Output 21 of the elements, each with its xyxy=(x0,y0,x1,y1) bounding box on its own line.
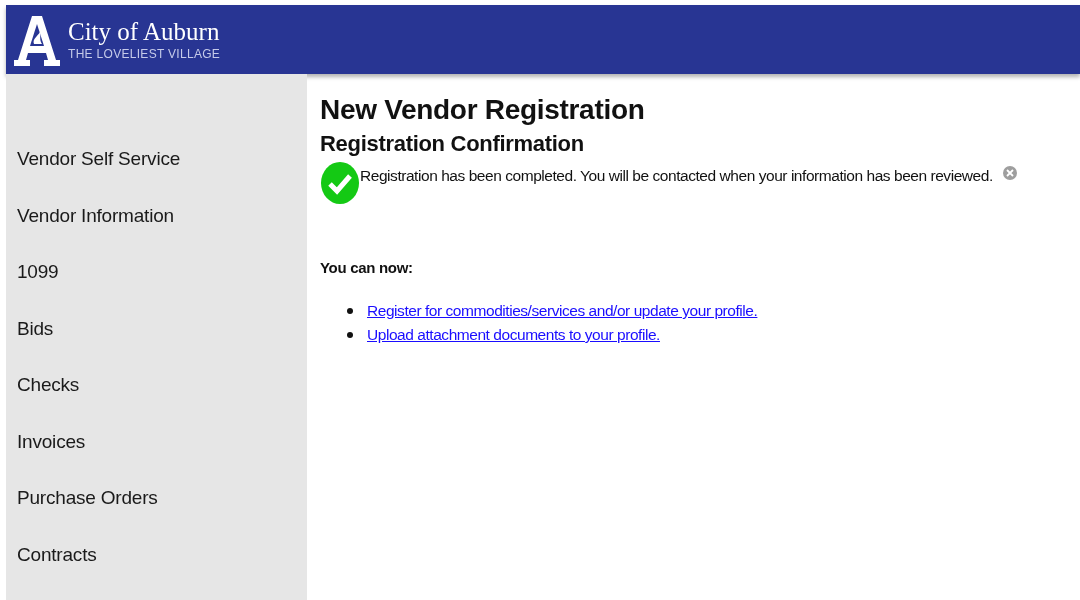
list-heading: You can now: xyxy=(320,259,413,276)
sidebar-item[interactable]: Checks xyxy=(17,374,307,431)
sidebar-item[interactable]: 1099 xyxy=(17,261,307,318)
sidebar-item[interactable]: Vendor Information xyxy=(17,204,307,261)
sidebar-item[interactable]: Bids xyxy=(17,317,307,374)
sidebar-item[interactable]: Vendor Self Service xyxy=(17,148,307,205)
page-title: New Vendor Registration xyxy=(320,94,646,126)
check-icon xyxy=(320,161,360,205)
section-title: Registration Confirmation xyxy=(320,131,585,157)
close-icon[interactable] xyxy=(1002,166,1017,180)
bullet-icon xyxy=(347,332,353,338)
confirmation-message: Registration has been completed. You will be contacted when your information has been reviewed. xyxy=(360,167,993,185)
sidebar-item[interactable]: Invoices xyxy=(17,430,307,487)
logo-icon xyxy=(14,13,60,66)
sidebar-item[interactable]: Contracts xyxy=(17,543,307,600)
profile-link[interactable]: Register for commodities/services and/or update your profile. xyxy=(367,302,758,320)
site-title[interactable]: City of Auburn xyxy=(68,18,221,45)
profile-link[interactable]: Upload attachment documents to your profile. xyxy=(367,326,660,344)
site-tagline: THE LOVELIEST VILLAGE xyxy=(68,46,221,61)
sidebar-item[interactable]: Purchase Orders xyxy=(17,487,307,544)
bullet-icon xyxy=(347,308,353,314)
